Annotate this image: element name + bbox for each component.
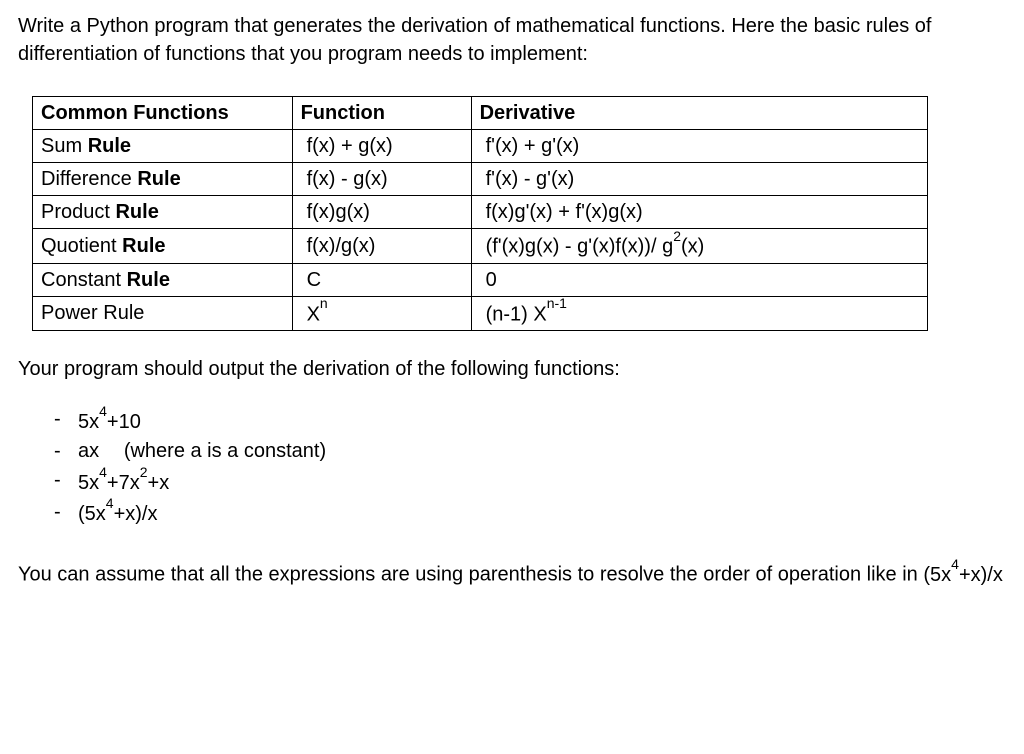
examples-intro: Your program should output the derivatio… [18, 355, 1006, 383]
example-expr: (5x4+x)/x [78, 503, 158, 525]
rule-name: Constant Rule [33, 263, 293, 296]
list-item: ax (where a is a constant) [54, 437, 1006, 466]
example-expr: ax [78, 440, 99, 462]
rule-name-bold: Rule [137, 168, 180, 190]
rule-derivative: (n-1) Xn-1 [471, 296, 928, 331]
rule-name: Sum Rule [33, 130, 293, 163]
rule-name: Difference Rule [33, 163, 293, 196]
table-header-row: Common Functions Function Derivative [33, 97, 928, 130]
closing-expr: (5x4+x)/x [923, 564, 1003, 586]
rule-function: f(x) + g(x) [292, 130, 471, 163]
rules-table-wrapper: Common Functions Function Derivative Sum… [32, 96, 1006, 331]
rule-name-pre: Difference [41, 168, 137, 190]
rule-function: f(x)g(x) [292, 196, 471, 229]
rule-function: f(x)/g(x) [292, 229, 471, 264]
rules-table: Common Functions Function Derivative Sum… [32, 96, 928, 331]
rule-name: Product Rule [33, 196, 293, 229]
table-row: Product Rule f(x)g(x) f(x)g'(x) + f'(x)g… [33, 196, 928, 229]
list-item: 5x4+7x2+x [54, 466, 1006, 498]
example-expr: 5x4+7x2+x [78, 472, 169, 494]
rule-name: Power Rule [33, 296, 293, 331]
rule-name-pre: Product [41, 201, 115, 223]
rule-derivative: 0 [471, 263, 928, 296]
rule-name: Quotient Rule [33, 229, 293, 264]
table-row: Quotient Rule f(x)/g(x) (f'(x)g(x) - g'(… [33, 229, 928, 264]
rule-name-bold: Rule [115, 201, 158, 223]
table-row: Power Rule Xn (n-1) Xn-1 [33, 296, 928, 331]
closing-text: You can assume that all the expressions … [18, 564, 923, 586]
rule-name-bold: Rule [122, 235, 165, 257]
intro-paragraph: Write a Python program that generates th… [18, 12, 1006, 68]
rule-derivative: f'(x) + g'(x) [471, 130, 928, 163]
header-derivative: Derivative [471, 97, 928, 130]
rule-name-pre: Sum [41, 135, 88, 157]
rule-derivative: f(x)g'(x) + f'(x)g(x) [471, 196, 928, 229]
table-row: Difference Rule f(x) - g(x) f'(x) - g'(x… [33, 163, 928, 196]
table-row: Sum Rule f(x) + g(x) f'(x) + g'(x) [33, 130, 928, 163]
rule-name-bold: Rule [88, 135, 131, 157]
header-common-functions: Common Functions [33, 97, 293, 130]
rule-function: C [292, 263, 471, 296]
rule-name-pre: Power Rule [41, 302, 144, 324]
example-note-text: (where a is a constant) [124, 440, 326, 462]
example-note [113, 440, 124, 462]
closing-paragraph: You can assume that all the expressions … [18, 559, 1006, 589]
list-item: (5x4+x)/x [54, 498, 1006, 530]
examples-list: 5x4+10 ax (where a is a constant) 5x4+7x… [54, 405, 1006, 529]
table-row: Constant Rule C 0 [33, 263, 928, 296]
rule-name-bold: Rule [127, 269, 170, 291]
rule-name-pre: Constant [41, 269, 127, 291]
list-item: 5x4+10 [54, 405, 1006, 437]
rule-function: f(x) - g(x) [292, 163, 471, 196]
rule-function: Xn [292, 296, 471, 331]
rule-derivative: f'(x) - g'(x) [471, 163, 928, 196]
rule-name-pre: Quotient [41, 235, 122, 257]
header-function: Function [292, 97, 471, 130]
example-expr: 5x4+10 [78, 411, 141, 433]
rule-derivative: (f'(x)g(x) - g'(x)f(x))/ g2(x) [471, 229, 928, 264]
